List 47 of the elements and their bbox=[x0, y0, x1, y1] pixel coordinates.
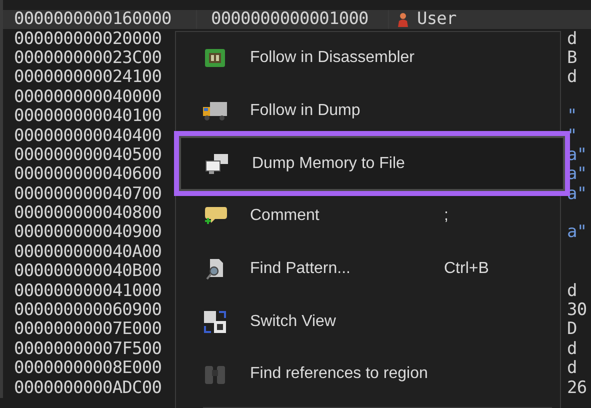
address-cell: 000000000041000 bbox=[14, 282, 162, 301]
size-cell: 0000000000001000 bbox=[211, 10, 368, 30]
info-cell: d bbox=[567, 68, 577, 88]
address-cell: 000000000040900 bbox=[14, 223, 162, 242]
address-cell: 000000000040100 bbox=[14, 107, 162, 126]
address-cell: 000000000024100 bbox=[14, 68, 162, 88]
address-cell: 000000000040400 bbox=[14, 126, 162, 146]
shortcut-label: Ctrl+B bbox=[444, 260, 489, 278]
address-cell: 000000000040600 bbox=[14, 165, 162, 184]
menu-item[interactable]: Find Pattern... Ctrl+B bbox=[180, 242, 556, 296]
info-cell: d bbox=[567, 340, 577, 359]
info-cell: d bbox=[567, 282, 577, 301]
info-cell: d bbox=[567, 359, 577, 378]
address-cell: 000000000040700 bbox=[14, 184, 162, 204]
address-cell: 000000000060900 bbox=[14, 301, 162, 320]
info-cell: 30 bbox=[567, 301, 587, 320]
address-cell: 000000000040800 bbox=[14, 204, 162, 224]
info-cell: 26 bbox=[567, 378, 587, 398]
switch-view-icon bbox=[203, 310, 227, 334]
address-cell: 000000000020000 bbox=[14, 30, 162, 49]
address-cell: 000000000040B00 bbox=[14, 262, 162, 282]
chip-icon bbox=[205, 49, 225, 68]
address-cell: 0000000000160000 bbox=[14, 10, 172, 30]
shortcut-label: ; bbox=[444, 207, 448, 226]
info-cell: a" bbox=[567, 223, 587, 242]
menu-item[interactable]: Dump Memory to File bbox=[174, 131, 570, 196]
user-icon bbox=[397, 12, 409, 28]
address-cell: 000000000040A00 bbox=[14, 242, 162, 262]
menu-item[interactable]: Switch View bbox=[180, 295, 556, 348]
info-cell: " bbox=[567, 107, 577, 126]
menu-item[interactable]: Follow in Disassembler bbox=[180, 32, 556, 85]
info-cell: D bbox=[567, 320, 577, 340]
selected-row[interactable]: 0000000000160000 0000000000001000 User bbox=[3, 10, 591, 30]
address-cell: 00000000007E000 bbox=[14, 320, 162, 340]
party-cell: User bbox=[417, 10, 456, 30]
address-cell: 000000000040500 bbox=[14, 146, 162, 165]
windows-icon bbox=[205, 152, 229, 175]
info-cell: B bbox=[567, 48, 577, 68]
truck-icon bbox=[202, 101, 228, 122]
document-search-icon bbox=[205, 258, 225, 280]
address-cell: 0000000000ADC00 bbox=[14, 378, 162, 398]
address-cell: 00000000007F500 bbox=[14, 340, 162, 359]
address-cell: 000000000040000 bbox=[14, 88, 162, 107]
menu-item[interactable]: Find references to region bbox=[180, 348, 556, 401]
address-cell: 000000000023C00 bbox=[14, 48, 162, 68]
info-cell: d bbox=[567, 30, 577, 49]
address-cell: 00000000008E000 bbox=[14, 359, 162, 378]
